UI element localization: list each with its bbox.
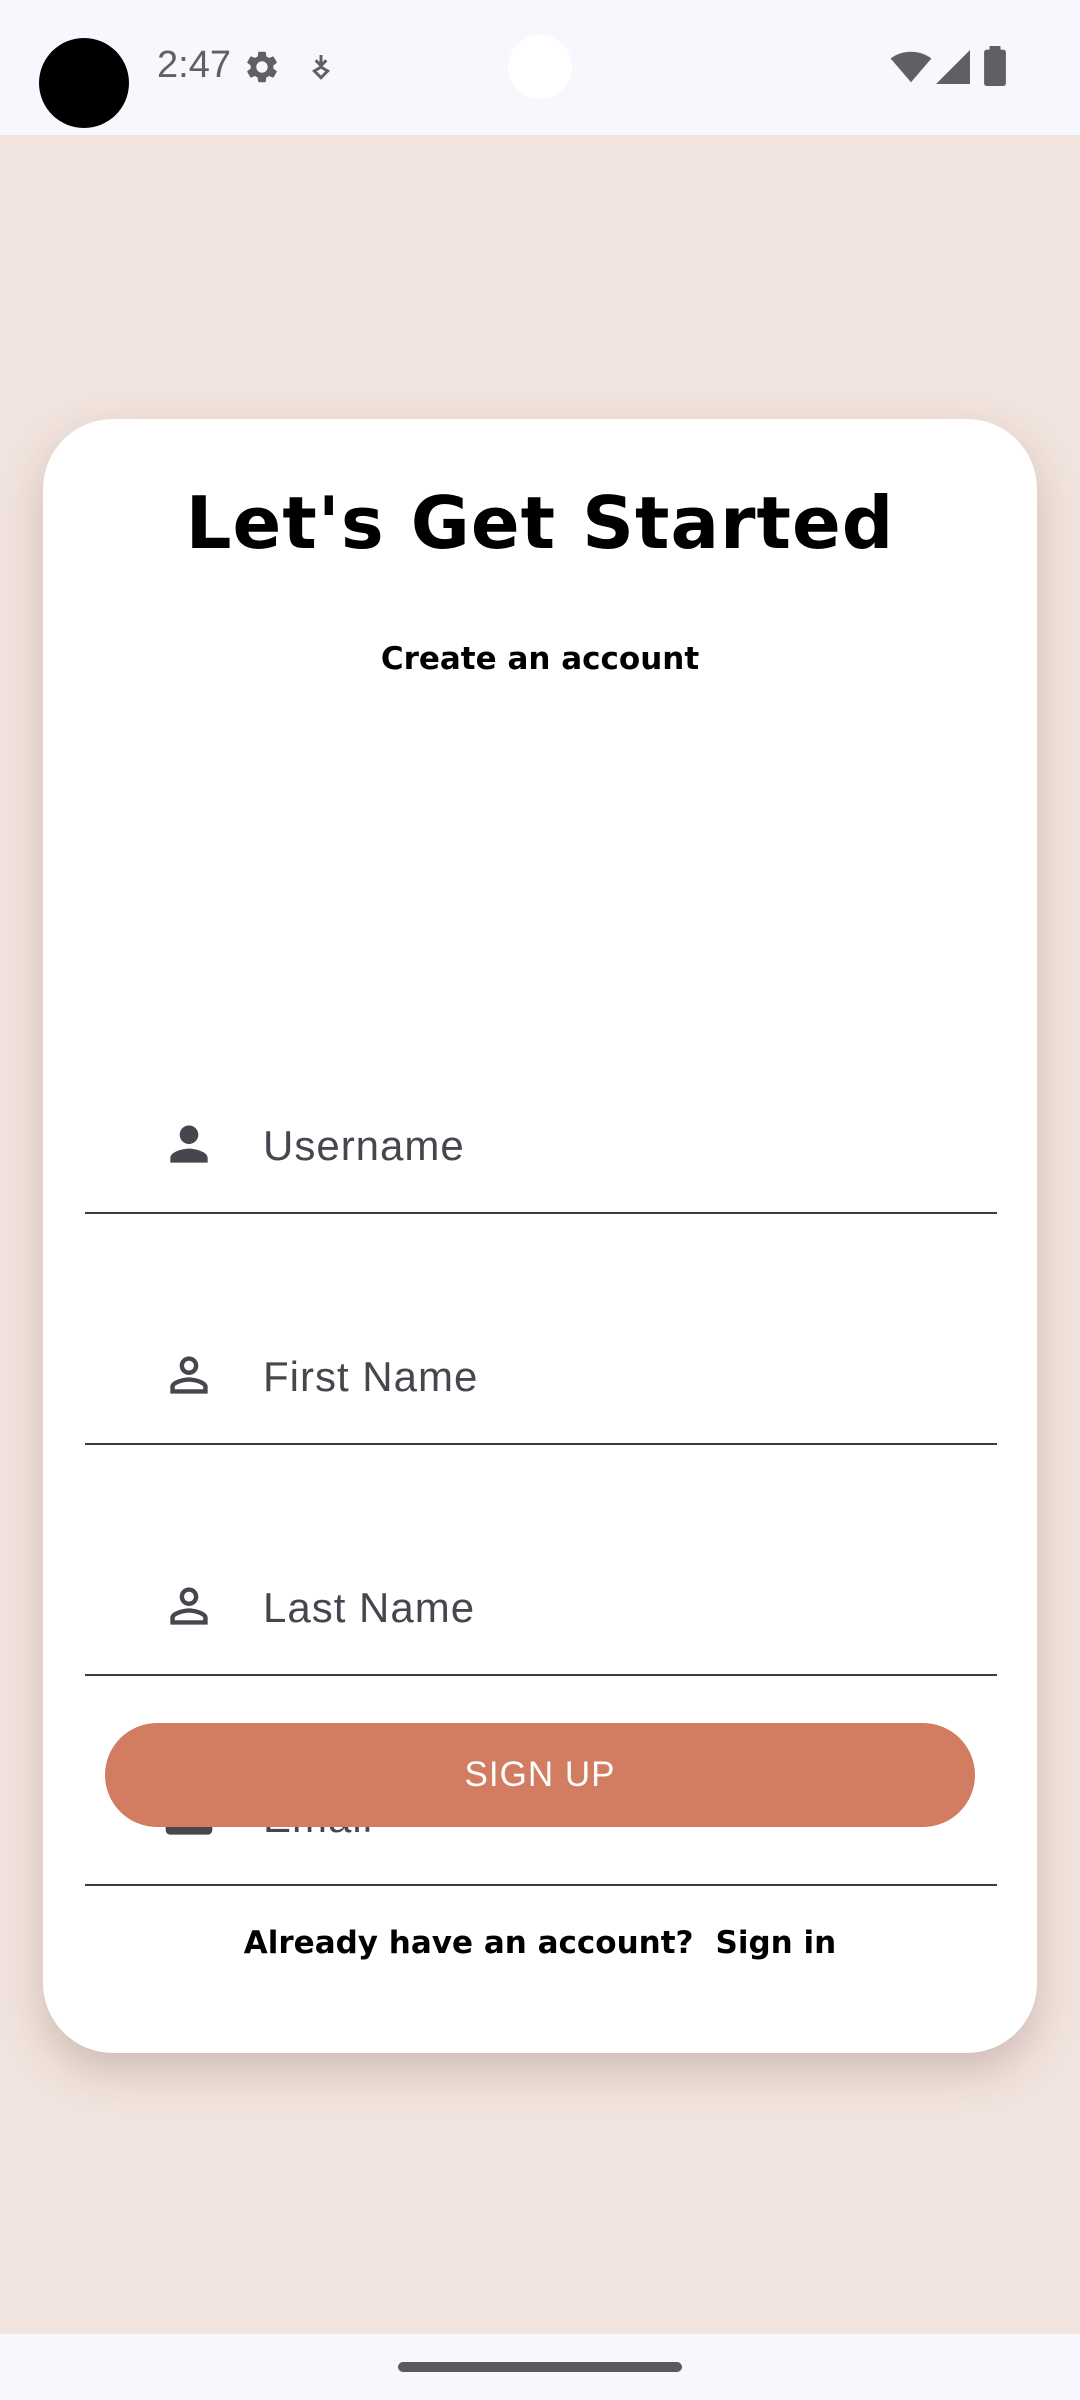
avatar-dot [39,38,129,128]
status-bar: 2:47 [0,0,1080,135]
person-filled-icon [161,1116,217,1172]
cell-signal-icon [936,50,970,89]
status-time: 2:47 [157,44,231,86]
settings-gear-icon [243,48,281,91]
battery-icon [984,46,1006,91]
signup-card: Let's Get Started Create an account SIGN… [43,419,1037,2053]
home-gesture-handle[interactable] [398,2362,682,2372]
page-subtitle: Create an account [380,641,700,677]
download-icon [305,48,337,91]
person-outline-icon [161,1578,217,1634]
person-outline-icon [161,1347,217,1403]
account-prompt-text: Already have an account? [243,1925,694,1961]
username-field[interactable] [85,1092,997,1214]
signin-prompt-row: Already have an account? Sign in [43,1925,1037,1961]
first-name-field[interactable] [85,1323,997,1445]
username-input[interactable] [263,1122,983,1170]
first-name-input[interactable] [263,1353,983,1401]
wifi-icon [890,50,932,89]
signin-link[interactable]: Sign in [716,1925,837,1961]
last-name-input[interactable] [263,1584,983,1632]
last-name-field[interactable] [85,1554,997,1676]
camera-cutout [508,35,572,99]
signup-button[interactable]: SIGN UP [105,1723,975,1827]
page-title: Let's Get Started [185,481,895,565]
